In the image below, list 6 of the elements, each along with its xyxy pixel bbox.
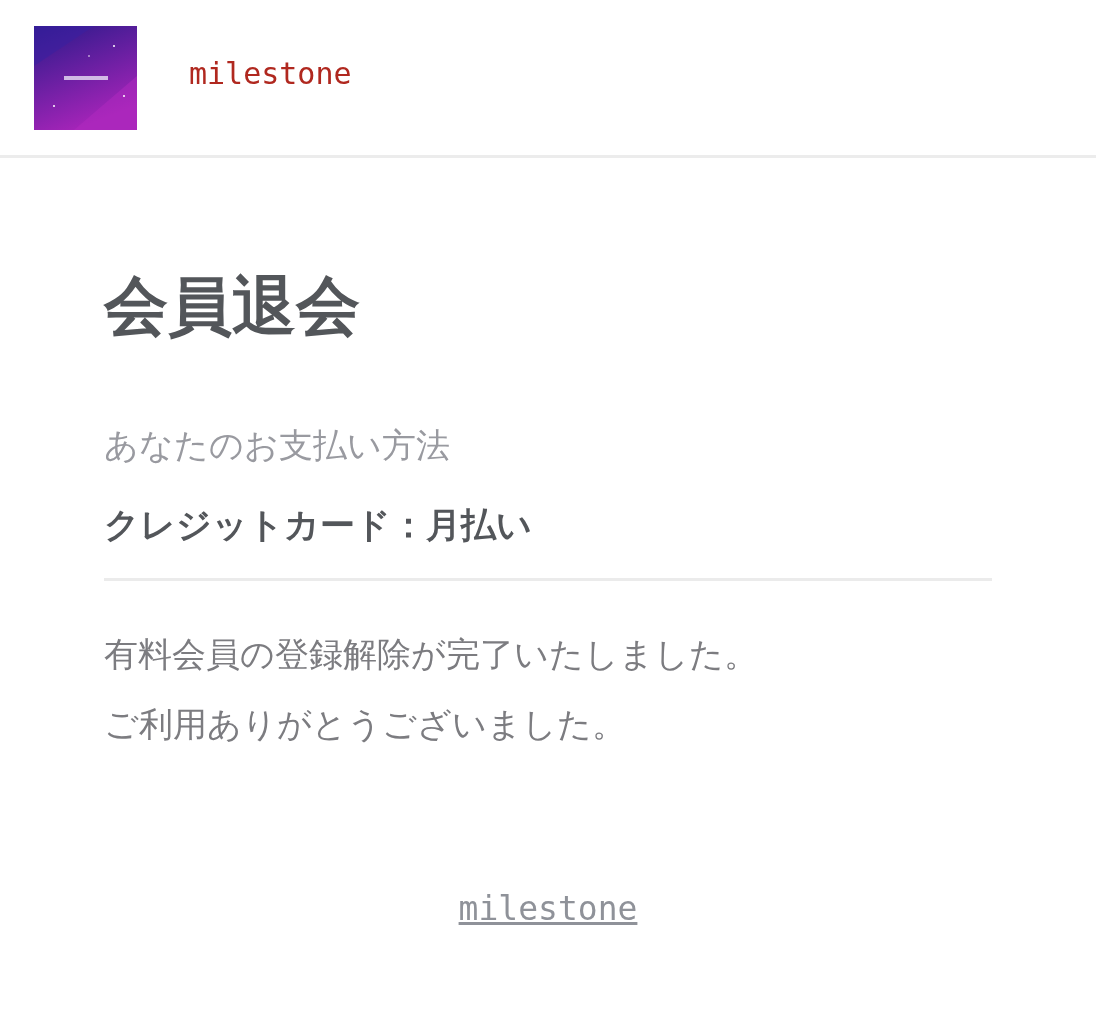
message-text: ご利用ありがとうございました。: [104, 703, 627, 747]
payment-label: あなたのお支払い方法: [104, 423, 451, 467]
message-text: 有料会員の登録解除が完了いたしました。: [104, 633, 759, 677]
payment-method: クレジットカード：月払い: [104, 504, 533, 547]
site-name[interactable]: milestone: [189, 56, 352, 91]
page-title: 会員退会: [104, 268, 361, 345]
